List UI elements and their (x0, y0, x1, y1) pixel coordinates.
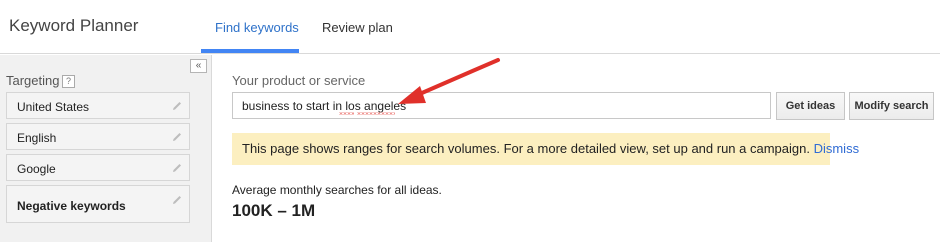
targeting-item-negative-keywords[interactable]: Negative keywords (6, 185, 190, 223)
targeting-item-network[interactable]: Google (6, 154, 190, 181)
active-tab-indicator (201, 49, 299, 53)
notice-text: This page shows ranges for search volume… (242, 141, 814, 156)
average-searches-label: Average monthly searches for all ideas. (232, 183, 442, 197)
pencil-icon[interactable] (171, 100, 183, 112)
get-ideas-button[interactable]: Get ideas (776, 92, 845, 120)
targeting-item-label: Negative keywords (17, 199, 126, 213)
pencil-icon[interactable] (171, 131, 183, 143)
product-search-input[interactable] (232, 92, 771, 119)
modify-search-button[interactable]: Modify search (849, 92, 934, 120)
help-icon[interactable]: ? (62, 75, 75, 88)
dismiss-link[interactable]: Dismiss (814, 141, 860, 156)
targeting-item-label: English (17, 131, 57, 145)
product-service-label: Your product or service (232, 73, 366, 88)
search-volume-notice: This page shows ranges for search volume… (232, 133, 859, 165)
collapse-sidebar-button[interactable]: « (190, 59, 207, 73)
average-searches-value: 100K – 1M (232, 201, 316, 220)
app-title: Keyword Planner (9, 16, 139, 35)
targeting-item-label: Google (17, 162, 56, 176)
top-header: Keyword Planner Find keywords Review pla… (0, 0, 940, 54)
targeting-label: Targeting (6, 73, 60, 88)
targeting-item-location[interactable]: United States (6, 92, 190, 119)
tab-find-keywords[interactable]: Find keywords (215, 20, 299, 35)
pencil-icon[interactable] (171, 194, 183, 206)
tab-review-plan[interactable]: Review plan (322, 20, 393, 35)
targeting-item-language[interactable]: English (6, 123, 190, 150)
pencil-icon[interactable] (171, 162, 183, 174)
spellcheck-underline (339, 112, 354, 115)
targeting-item-label: United States (17, 100, 90, 114)
spellcheck-underline (357, 112, 395, 115)
